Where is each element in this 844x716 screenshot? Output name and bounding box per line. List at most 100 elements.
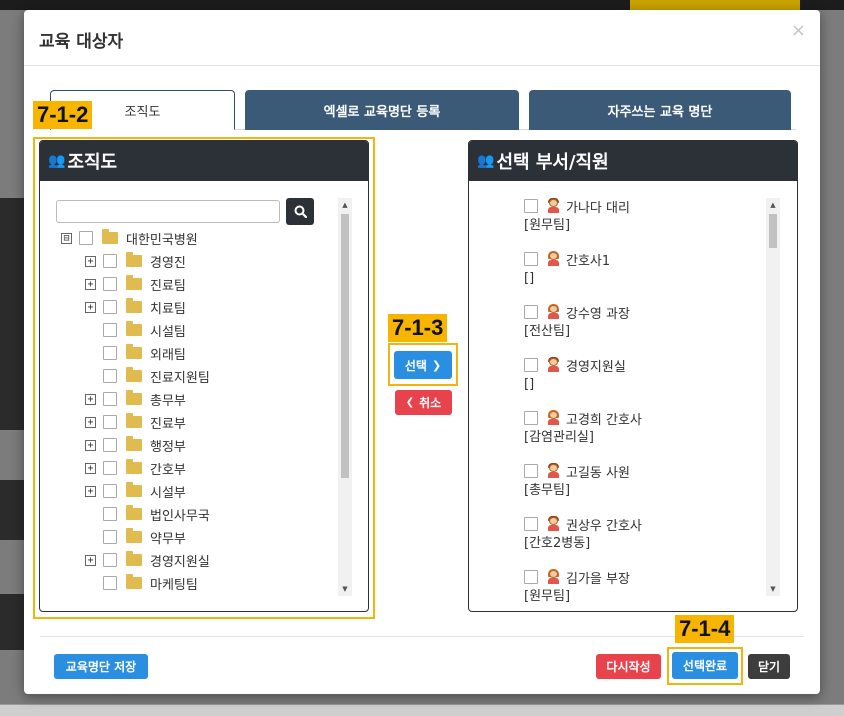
tree-node[interactable]: ⊟ 대한민국병원 — [61, 227, 198, 249]
tree-node[interactable]: 진료지원팀 — [85, 365, 210, 387]
tree-node-checkbox[interactable] — [103, 346, 117, 360]
close-icon[interactable]: × — [791, 20, 806, 41]
tree-node[interactable]: 마케팅팀 — [85, 572, 198, 594]
tree-node[interactable]: + 총무부 — [85, 388, 186, 410]
tree-node-checkbox[interactable] — [79, 231, 93, 245]
selected-list-scrollbar[interactable]: ▲ ▼ — [766, 198, 780, 596]
selected-item-dept: [간호2병동] — [524, 536, 591, 551]
tree-node-label: 시설부 — [150, 485, 186, 501]
tree-node[interactable]: + 경영진 — [85, 250, 186, 272]
close-button[interactable]: 닫기 — [748, 654, 790, 679]
tree-node-checkbox[interactable] — [103, 277, 117, 291]
tree-node-label: 대한민국병원 — [126, 232, 198, 248]
expand-icon[interactable]: + — [85, 439, 96, 451]
tree-node-label: 치료팀 — [150, 301, 186, 317]
folder-icon — [102, 229, 118, 244]
selected-item-checkbox[interactable] — [524, 411, 538, 425]
selected-item-row: 권상우 간호사 — [524, 514, 642, 534]
selected-item-row: 고경희 간호사 — [524, 408, 642, 428]
tree-node-label: 총무부 — [150, 393, 186, 409]
expand-icon[interactable]: + — [85, 278, 96, 290]
tab-frequent-list[interactable]: 자주쓰는 교육 명단 — [529, 90, 791, 130]
tree-node-checkbox[interactable] — [103, 461, 117, 475]
folder-icon — [126, 436, 142, 451]
tree-node-checkbox[interactable] — [103, 392, 117, 406]
selected-item-checkbox[interactable] — [524, 252, 538, 266]
expand-icon[interactable]: + — [85, 255, 96, 267]
tree-node-checkbox[interactable] — [103, 323, 117, 337]
tree-node[interactable]: + 시설부 — [85, 480, 186, 502]
expand-icon[interactable]: + — [85, 485, 96, 497]
tree-node[interactable]: 법인사무국 — [85, 503, 210, 525]
selected-item-checkbox[interactable] — [524, 464, 538, 478]
tab-excel-upload[interactable]: 엑셀로 교육명단 등록 — [245, 90, 519, 130]
education-target-modal: 교육 대상자 × 조직도 엑셀로 교육명단 등록 자주쓰는 교육 명단 7-1-… — [24, 10, 820, 694]
tree-node-checkbox[interactable] — [103, 507, 117, 521]
selected-item-row: 가나다 대리 — [524, 196, 630, 216]
selected-item-checkbox[interactable] — [524, 358, 538, 372]
search-button[interactable] — [286, 198, 314, 225]
selected-item: 강수영 과장 [전산팀] — [524, 302, 630, 342]
tree-node-checkbox[interactable] — [103, 553, 117, 567]
tree-node[interactable]: + 경영지원실 — [85, 549, 210, 571]
selected-item-checkbox[interactable] — [524, 199, 538, 213]
expand-icon[interactable]: + — [85, 462, 96, 474]
select-complete-button[interactable]: 선택완료 — [672, 652, 738, 679]
tree-node-label: 시설팀 — [150, 324, 186, 340]
tree-node[interactable]: + 간호부 — [85, 457, 186, 479]
folder-icon — [126, 298, 142, 313]
org-tree-scrollbar[interactable]: ▲ ▼ — [338, 198, 352, 596]
org-search-input[interactable] — [56, 200, 280, 223]
selected-panel-header: 👥 선택 부서/직원 — [469, 141, 797, 181]
rewrite-button[interactable]: 다시작성 — [596, 654, 661, 679]
scroll-up-icon[interactable]: ▲ — [338, 198, 352, 212]
background-top-bar — [0, 0, 844, 10]
scroll-thumb[interactable] — [341, 214, 349, 478]
scroll-thumb[interactable] — [769, 214, 777, 248]
selected-item-name: 강수영 과장 — [566, 306, 630, 322]
folder-icon — [126, 413, 142, 428]
tree-node[interactable]: + 진료부 — [85, 411, 186, 433]
selected-item-name: 고길동 사원 — [566, 465, 630, 481]
tree-node-checkbox[interactable] — [103, 369, 117, 383]
modal-title: 교육 대상자 — [39, 32, 124, 52]
tree-node[interactable]: + 치료팀 — [85, 296, 186, 318]
selected-item-name: 경영지원실 — [566, 359, 626, 375]
folder-icon — [126, 482, 142, 497]
tree-node-checkbox[interactable] — [103, 415, 117, 429]
tree-node-checkbox[interactable] — [103, 300, 117, 314]
expand-icon[interactable]: + — [85, 301, 96, 313]
select-button[interactable]: 선택 ❯ — [394, 351, 452, 379]
save-list-button[interactable]: 교육명단 저장 — [54, 654, 148, 679]
tree-node-checkbox[interactable] — [103, 254, 117, 268]
tab-bar: 조직도 엑셀로 교육명단 등록 자주쓰는 교육 명단 — [50, 90, 796, 130]
tree-node-checkbox[interactable] — [103, 438, 117, 452]
selected-item-checkbox[interactable] — [524, 570, 538, 584]
tree-node-checkbox[interactable] — [103, 530, 117, 544]
tree-node[interactable]: 외래팀 — [85, 342, 186, 364]
tree-node[interactable]: + 행정부 — [85, 434, 186, 456]
expand-icon[interactable]: + — [85, 416, 96, 428]
tree-node[interactable]: 약무부 — [85, 526, 186, 548]
tree-node-checkbox[interactable] — [103, 484, 117, 498]
selected-item-checkbox[interactable] — [524, 305, 538, 319]
tree-node[interactable]: 시설팀 — [85, 319, 186, 341]
collapse-icon[interactable]: ⊟ — [61, 232, 72, 244]
tree-node[interactable]: + 진료팀 — [85, 273, 186, 295]
folder-icon — [126, 505, 142, 520]
selected-item-checkbox[interactable] — [524, 517, 538, 531]
scroll-down-icon[interactable]: ▼ — [338, 582, 352, 596]
cancel-button[interactable]: ❮ 취소 — [395, 390, 452, 415]
scroll-down-icon[interactable]: ▼ — [766, 582, 780, 596]
folder-icon — [126, 390, 142, 405]
person-icon — [547, 410, 559, 425]
scroll-up-icon[interactable]: ▲ — [766, 198, 780, 212]
tree-node-label: 행정부 — [150, 439, 186, 455]
expand-icon[interactable]: + — [85, 554, 96, 566]
expand-icon[interactable]: + — [85, 393, 96, 405]
org-chart-title: 조직도 — [67, 152, 118, 173]
tree-node-checkbox[interactable] — [103, 576, 117, 590]
